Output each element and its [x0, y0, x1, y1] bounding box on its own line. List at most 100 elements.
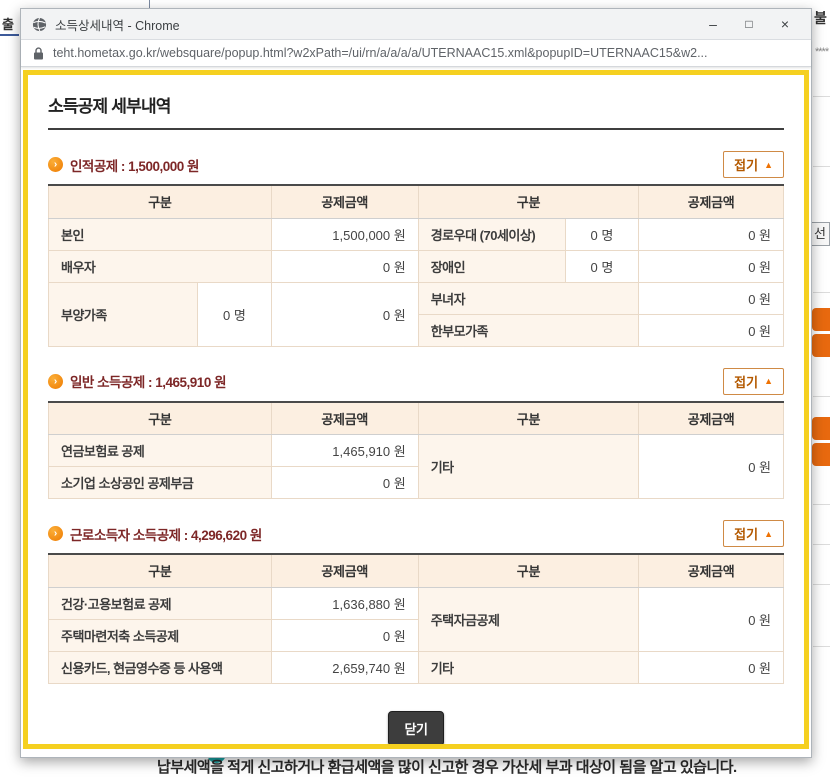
url-text: teht.hometax.go.kr/websquare/popup.html?… — [53, 46, 708, 60]
row-label: 주택마련저축 소득공제 — [49, 619, 272, 651]
background-divider — [813, 544, 830, 545]
section-bullet-icon: › — [48, 374, 63, 389]
row-label: 본인 — [49, 218, 272, 250]
triangle-up-icon: ▲ — [764, 376, 773, 386]
background-divider — [813, 96, 830, 97]
row-amount: 0 원 — [271, 282, 418, 346]
background-divider — [813, 504, 830, 505]
column-header: 공제금액 — [271, 402, 418, 435]
section-general-deduction: › 일반 소득공제 : 1,465,910 원 접기 ▲ 구분 — [48, 368, 784, 500]
window-controls: – □ × — [695, 9, 811, 39]
collapse-label: 접기 — [734, 524, 758, 543]
row-label: 신용카드, 현금영수증 등 사용액 — [49, 651, 272, 683]
section-personal-deduction: › 인적공제 : 1,500,000 원 접기 ▲ 구분 — [48, 151, 784, 347]
row-label: 연금보험료 공제 — [49, 435, 272, 467]
general-deduction-table: 구분 공제금액 구분 공제금액 연금보험료 공제 1,465,910 원 기타 … — [48, 401, 784, 500]
chrome-popup-window: 소득상세내역 - Chrome – □ × teht.hometax.go.kr… — [20, 8, 812, 758]
background-divider — [813, 646, 830, 647]
row-label: 기타 — [418, 435, 639, 499]
background-orange-button[interactable] — [812, 443, 830, 466]
window-titlebar[interactable]: 소득상세내역 - Chrome – □ × — [21, 9, 811, 40]
wage-deduction-table: 구분 공제금액 구분 공제금액 건강·고용보험료 공제 1,636,880 원 … — [48, 553, 784, 684]
background-divider — [0, 34, 19, 36]
row-amount: 0 원 — [639, 282, 784, 314]
popup-content: 소득공제 세부내역 › 인적공제 : 1,500,000 원 접기 ▲ — [28, 75, 804, 746]
row-amount: 0 원 — [639, 587, 784, 651]
background-divider — [813, 166, 830, 167]
page-title: 소득공제 세부내역 — [48, 92, 784, 130]
table-row: 본인 1,500,000 원 경로우대 (70세이상) 0 명 0 원 — [49, 218, 784, 250]
row-amount: 0 원 — [639, 218, 784, 250]
row-label: 배우자 — [49, 250, 272, 282]
triangle-up-icon: ▲ — [764, 529, 773, 539]
collapse-label: 접기 — [734, 372, 758, 391]
collapse-label: 접기 — [734, 155, 758, 174]
row-count: 0 명 — [565, 250, 639, 282]
row-label: 장애인 — [418, 250, 565, 282]
column-header: 공제금액 — [271, 554, 418, 587]
row-label: 부녀자 — [418, 282, 639, 314]
personal-deduction-table: 구분 공제금액 구분 공제금액 본인 1,500,000 원 경로우대 (70세… — [48, 184, 784, 347]
address-bar[interactable]: teht.hometax.go.kr/websquare/popup.html?… — [21, 40, 811, 67]
row-amount: 0 원 — [639, 250, 784, 282]
table-row: 부양가족 0 명 0 원 부녀자 0 원 — [49, 282, 784, 314]
background-orange-button[interactable] — [812, 334, 830, 357]
table-row: 배우자 0 원 장애인 0 명 0 원 — [49, 250, 784, 282]
row-amount: 0 원 — [271, 467, 418, 499]
row-amount: 0 원 — [639, 314, 784, 346]
background-orange-button[interactable] — [812, 308, 830, 331]
close-button[interactable]: 닫기 — [388, 711, 445, 746]
row-amount: 0 원 — [271, 250, 418, 282]
maximize-button[interactable]: □ — [731, 9, 767, 39]
background-divider — [813, 396, 830, 397]
minimize-button[interactable]: – — [695, 9, 731, 39]
background-divider — [813, 584, 830, 585]
section-heading: 일반 소득공제 : 1,465,910 원 — [70, 371, 723, 391]
row-count: 0 명 — [198, 282, 272, 346]
row-label: 한부모가족 — [418, 314, 639, 346]
background-divider — [149, 0, 150, 8]
collapse-button-personal[interactable]: 접기 ▲ — [723, 151, 784, 178]
background-orange-button[interactable] — [812, 417, 830, 440]
row-amount: 2,659,740 원 — [271, 651, 418, 683]
row-amount: 0 원 — [271, 619, 418, 651]
popup-content-frame: 소득공제 세부내역 › 인적공제 : 1,500,000 원 접기 ▲ — [23, 70, 809, 749]
lock-icon — [33, 47, 44, 60]
column-header: 공제금액 — [639, 185, 784, 218]
column-header: 구분 — [418, 554, 639, 587]
globe-icon — [32, 17, 47, 32]
section-bullet-icon: › — [48, 157, 63, 172]
row-amount: 1,500,000 원 — [271, 218, 418, 250]
row-label: 주택자금공제 — [418, 587, 639, 651]
screen: 출 불 **** 선 납부세액을 적게 신고하거나 환급세액을 많이 신고한 경… — [0, 0, 830, 777]
collapse-button-wage[interactable]: 접기 ▲ — [723, 520, 784, 547]
table-row: 신용카드, 현금영수증 등 사용액 2,659,740 원 기타 0 원 — [49, 651, 784, 683]
background-divider — [813, 292, 830, 293]
row-amount: 0 원 — [639, 651, 784, 683]
column-header: 공제금액 — [271, 185, 418, 218]
column-header: 구분 — [49, 554, 272, 587]
row-label: 기타 — [418, 651, 639, 683]
section-wage-earner-deduction: › 근로소득자 소득공제 : 4,296,620 원 접기 ▲ 구분 — [48, 520, 784, 684]
row-amount: 1,636,880 원 — [271, 587, 418, 619]
row-count: 0 명 — [565, 218, 639, 250]
close-window-button[interactable]: × — [767, 9, 803, 39]
section-heading: 근로소득자 소득공제 : 4,296,620 원 — [70, 524, 723, 544]
section-heading: 인적공제 : 1,500,000 원 — [70, 155, 723, 175]
column-header: 구분 — [418, 402, 639, 435]
background-text-fragment: 출 — [2, 14, 14, 33]
table-row: 건강·고용보험료 공제 1,636,880 원 주택자금공제 0 원 — [49, 587, 784, 619]
column-header: 구분 — [418, 185, 639, 218]
column-header: 구분 — [49, 402, 272, 435]
triangle-up-icon: ▲ — [764, 160, 773, 170]
row-label: 경로우대 (70세이상) — [418, 218, 565, 250]
row-label: 소기업 소상공인 공제부금 — [49, 467, 272, 499]
window-title: 소득상세내역 - Chrome — [55, 15, 695, 34]
table-row: 연금보험료 공제 1,465,910 원 기타 0 원 — [49, 435, 784, 467]
row-amount: 1,465,910 원 — [271, 435, 418, 467]
row-label: 건강·고용보험료 공제 — [49, 587, 272, 619]
background-text-fragment: 불 — [814, 8, 827, 28]
row-amount: 0 원 — [639, 435, 784, 499]
collapse-button-general[interactable]: 접기 ▲ — [723, 368, 784, 395]
section-bullet-icon: › — [48, 526, 63, 541]
